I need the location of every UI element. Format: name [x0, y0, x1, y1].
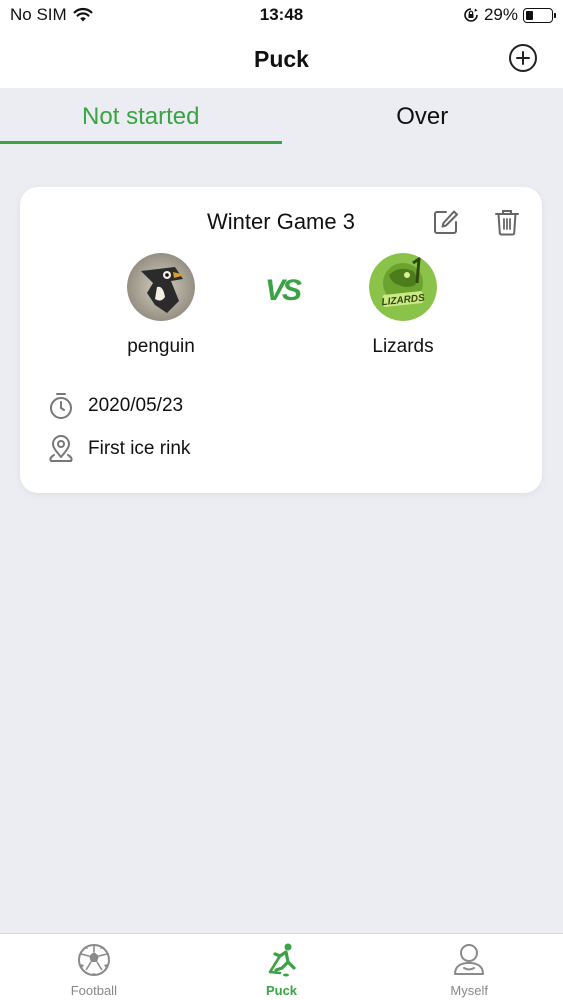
tab-bar-label-football: Football: [70, 983, 117, 998]
status-left: No SIM: [10, 5, 93, 25]
battery-icon: [523, 7, 556, 23]
status-bar: No SIM 13:48 29%: [0, 0, 563, 30]
away-team: LIZARDS Lizards: [333, 253, 473, 358]
tab-bar-item-football[interactable]: Football: [0, 934, 188, 1000]
screen: No SIM 13:48 29% Puck Not started Over W…: [0, 0, 563, 1000]
game-date: 2020/05/23: [88, 395, 184, 416]
tab-bar-label-puck: Puck: [265, 983, 298, 998]
delete-button[interactable]: [494, 208, 520, 236]
nav-bar: Puck: [0, 30, 563, 88]
hockey-player-icon: [268, 943, 296, 977]
lizards-logo: LIZARDS: [369, 253, 437, 321]
battery-fill: [526, 10, 533, 20]
date-row: 2020/05/23: [46, 391, 183, 421]
battery-percent: 29%: [483, 5, 518, 24]
orientation-lock-icon: [464, 8, 478, 22]
add-game-button[interactable]: [509, 44, 537, 72]
carrier-label: No SIM: [10, 5, 67, 24]
tab-over[interactable]: Over: [282, 88, 563, 146]
stopwatch-icon: [46, 391, 76, 421]
vs-badge: VS: [265, 274, 304, 306]
location-row: First ice rink: [46, 434, 190, 464]
edit-icon: [434, 210, 458, 234]
tab-not-started[interactable]: Not started: [0, 88, 282, 146]
game-title: Winter Game 3: [207, 209, 355, 234]
location-pin-icon: [46, 434, 76, 464]
status-right: 29%: [463, 5, 556, 25]
tab-bar-label-myself: Myself: [450, 983, 488, 998]
vs-label: VS: [265, 274, 302, 306]
game-location: First ice rink: [88, 438, 191, 459]
bottom-tab-bar: Football Puck Myself: [0, 933, 563, 1000]
status-tabs: Not started Over: [0, 88, 563, 146]
soccer-ball-icon: [77, 944, 110, 976]
plus-circle-icon: [516, 51, 530, 65]
trash-icon: [495, 210, 519, 236]
wifi-icon: [73, 7, 93, 22]
home-team: penguin: [91, 253, 231, 358]
game-card[interactable]: Winter Game 3 penguin VS LIZARDS Lizards…: [20, 187, 542, 493]
tab-bar-item-myself[interactable]: Myself: [375, 934, 563, 1000]
away-team-name: Lizards: [372, 336, 434, 357]
home-team-name: penguin: [127, 336, 195, 357]
user-icon: [454, 944, 485, 975]
edit-button[interactable]: [432, 208, 460, 236]
tab-bar-item-puck[interactable]: Puck: [188, 934, 376, 1000]
penguin-logo: [127, 253, 195, 321]
page-title: Puck: [254, 45, 309, 72]
